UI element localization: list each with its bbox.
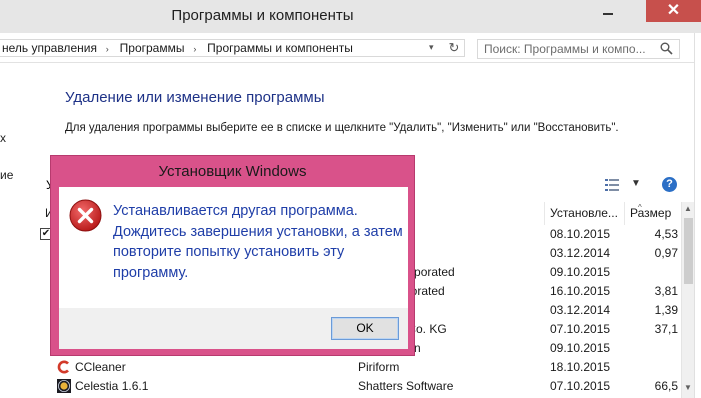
program-install-date: 16.10.2015 (550, 284, 611, 298)
ccleaner-icon (57, 360, 69, 374)
dialog-title: Установщик Windows (158, 163, 307, 180)
program-size: 66,5 (654, 379, 678, 393)
view-dropdown-icon[interactable]: ▼ (631, 178, 641, 189)
column-header-installed[interactable]: Установле... (545, 202, 625, 225)
view-options-icon[interactable] (605, 179, 619, 191)
dialog-footer: OK (59, 308, 408, 349)
address-bar: нель управления › Программы › Программы … (0, 33, 701, 63)
program-size: 3,81 (654, 284, 678, 298)
left-navigation-pane: x ие (0, 64, 40, 398)
vertical-scrollbar[interactable]: ▲ ▼ (681, 202, 694, 398)
window-title: Программы и компоненты (171, 7, 354, 24)
program-install-date: 09.10.2015 (550, 341, 611, 355)
refresh-button[interactable]: ↻ (444, 40, 464, 56)
breadcrumb-separator: › (105, 44, 109, 54)
breadcrumb-control-panel[interactable]: нель управления (0, 40, 97, 56)
help-icon[interactable]: ? (662, 177, 677, 192)
ok-button[interactable]: OK (331, 317, 399, 340)
program-size: 4,53 (654, 227, 678, 241)
error-icon (69, 199, 102, 232)
program-size: 1,39 (654, 303, 678, 317)
breadcrumb-programs-and-features[interactable]: Программы и компоненты (205, 40, 353, 56)
program-name: CCleaner (75, 360, 126, 374)
table-row[interactable]: CCleaner Piriform 18.10.2015 (40, 358, 680, 377)
program-size: 37,1 (654, 322, 678, 336)
close-button[interactable]: ✕ (646, 0, 701, 22)
scrollbar-thumb[interactable] (684, 218, 693, 284)
program-install-date: 07.10.2015 (550, 379, 611, 393)
breadcrumb-separator: › (193, 44, 197, 54)
page-title: Удаление или изменение программы (65, 89, 325, 106)
program-install-date: 09.10.2015 (550, 265, 611, 279)
program-install-date: 08.10.2015 (550, 227, 611, 241)
column-header-size[interactable]: Размер (625, 202, 680, 225)
minimize-button[interactable] (597, 2, 619, 22)
program-name: Celestia 1.6.1 (75, 379, 149, 393)
window-border (694, 33, 701, 398)
installer-dialog: Установщик Windows Устанавливается друга… (50, 155, 415, 356)
breadcrumb-programs[interactable]: Программы (118, 40, 185, 56)
program-publisher: Piriform (358, 360, 400, 374)
search-input[interactable]: Поиск: Программы и компо... (477, 39, 680, 59)
program-install-date: 18.10.2015 (550, 360, 611, 374)
program-size: 0,97 (654, 246, 678, 260)
dialog-message: Устанавливается другая программа. Дождит… (113, 203, 403, 281)
title-bar: Программы и компоненты ✕ (0, 0, 701, 33)
search-icon[interactable] (660, 42, 673, 55)
program-install-date: 03.12.2014 (550, 246, 611, 260)
program-install-date: 03.12.2014 (550, 303, 611, 317)
program-publisher: Shatters Software (358, 379, 454, 393)
scroll-up-icon[interactable]: ▲ (682, 204, 694, 213)
sort-arrow-icon: ^ (638, 203, 642, 212)
address-dropdown-icon[interactable]: ▾ (429, 42, 434, 53)
page-description: Для удаления программы выберите ее в спи… (65, 122, 619, 134)
program-install-date: 07.10.2015 (550, 322, 611, 336)
left-pane-item[interactable]: x (0, 131, 6, 145)
scroll-down-icon[interactable]: ▼ (682, 383, 694, 392)
celestia-icon (57, 379, 71, 393)
breadcrumb[interactable]: нель управления › Программы › Программы … (0, 39, 465, 57)
left-pane-item[interactable]: ие (0, 168, 13, 182)
table-row[interactable]: Celestia 1.6.1 Shatters Software 07.10.201… (40, 377, 680, 396)
dialog-body: Устанавливается другая программа. Дождит… (59, 187, 408, 308)
